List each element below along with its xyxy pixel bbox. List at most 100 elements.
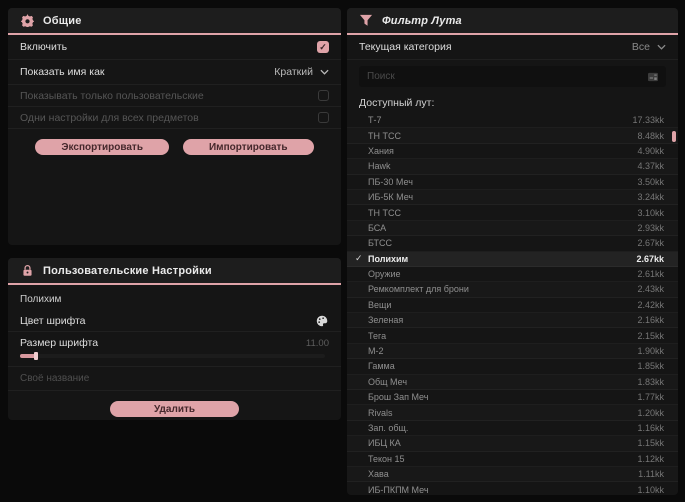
loot-filter-panel-title: Фильтр Лута xyxy=(382,14,462,27)
list-item[interactable]: ИБ-5К Меч 3.24kk xyxy=(347,189,678,206)
loot-item-name: БСА xyxy=(368,222,387,233)
list-item[interactable]: Оружие 2.61kk xyxy=(347,267,678,283)
list-item[interactable]: Брош Зап Меч 1.77kk xyxy=(347,390,678,406)
list-item[interactable]: БТСС 2.67kk xyxy=(347,236,678,252)
loot-item-value: 2.42kk xyxy=(637,299,664,310)
loot-item-value: 3.10kk xyxy=(637,207,664,218)
list-item[interactable]: ТН ТСС 3.10kk xyxy=(347,205,678,221)
palette-icon[interactable] xyxy=(315,314,329,328)
loot-item-name: Ремкомплект для брони xyxy=(368,284,469,295)
same-settings-checkbox[interactable] xyxy=(318,112,329,123)
loot-item-value: 3.50kk xyxy=(637,176,664,187)
search-options-icon[interactable] xyxy=(646,70,660,84)
loot-item-name: Общ Меч xyxy=(368,376,408,387)
slider-handle[interactable] xyxy=(34,352,38,360)
list-item[interactable]: ✓ Полихим 2.67kk xyxy=(347,251,678,267)
list-item[interactable]: Хания 4.90kk xyxy=(347,144,678,160)
category-dropdown-value: Все xyxy=(631,41,650,53)
loot-item-name: ТН ТСС xyxy=(368,130,401,141)
enable-label: Включить xyxy=(20,41,68,53)
list-item[interactable]: Зеленая 2.16kk xyxy=(347,313,678,329)
loot-item-name: ИБ-5К Меч xyxy=(368,192,414,203)
loot-item-value: 1.15kk xyxy=(637,438,664,449)
loot-list: Т-7 17.33kk ТН ТСС 8.48kk Хания 4.90kk Hawk 4.3… xyxy=(347,113,678,495)
list-item[interactable]: ПБ-30 Меч 3.50kk xyxy=(347,175,678,190)
list-item[interactable]: Hawk 4.37kk xyxy=(347,159,678,175)
user-settings-panel: Пользовательские Настройки Полихим Цвет … xyxy=(8,258,341,420)
font-color-label: Цвет шрифта xyxy=(20,314,86,327)
funnel-icon xyxy=(359,14,373,28)
list-item[interactable]: Общ Меч 1.83kk xyxy=(347,374,678,391)
list-item[interactable]: М-2 1.90kk xyxy=(347,343,678,360)
general-panel-title: Общие xyxy=(43,14,82,27)
loot-item-name: Зап. общ. xyxy=(368,423,409,433)
loot-filter-panel: Фильтр Лута Текущая категория Все Доступ… xyxy=(347,8,678,495)
loot-item-value: 1.16kk xyxy=(637,423,664,433)
font-size-row: Размер шрифта 11.00 xyxy=(8,332,341,367)
loot-item-value: 2.93kk xyxy=(637,222,664,233)
list-item[interactable]: Текон 15 1.12kk xyxy=(347,452,678,467)
list-item[interactable]: БСА 2.93kk xyxy=(347,220,678,237)
category-label: Текущая категория xyxy=(359,41,452,53)
loot-item-value: 8.48kk xyxy=(637,130,664,141)
loot-item-name: Полихим xyxy=(368,253,409,264)
delete-row: Удалить xyxy=(8,401,341,417)
show-name-dropdown-value: Краткий xyxy=(274,66,313,78)
loot-item-name: Т-7 xyxy=(368,115,382,126)
loot-item-name: Хания xyxy=(368,145,394,156)
loot-item-name: БТСС xyxy=(368,238,392,249)
custom-name-row xyxy=(8,367,341,391)
user-settings-panel-title: Пользовательские Настройки xyxy=(43,264,212,277)
loot-item-value: 1.85kk xyxy=(637,361,664,372)
loot-item-value: 1.11kk xyxy=(638,469,664,480)
search-box xyxy=(359,66,666,87)
loot-item-name: ПБ-30 Меч xyxy=(368,176,413,187)
enable-row: Включить ✓ xyxy=(8,35,341,60)
chevron-down-icon xyxy=(657,44,666,50)
loot-item-name: Брош Зап Меч xyxy=(368,392,429,403)
general-panel-header: Общие xyxy=(8,8,341,35)
loot-item-value: 2.43kk xyxy=(637,284,664,295)
loot-item-value: 1.77kk xyxy=(637,392,664,403)
loot-item-value: 2.67kk xyxy=(637,238,664,249)
font-size-slider[interactable] xyxy=(20,352,325,360)
same-settings-row: Одни настройки для всех предметов xyxy=(8,107,341,129)
category-dropdown[interactable]: Все xyxy=(632,41,666,53)
gear-icon xyxy=(20,14,34,28)
list-item[interactable]: ИБ-ПКПМ Меч 1.10kk xyxy=(347,482,678,495)
export-button[interactable]: Экспортировать xyxy=(35,139,169,155)
chevron-down-icon xyxy=(320,69,329,75)
loot-item-value: 1.90kk xyxy=(637,346,664,357)
enable-checkbox[interactable]: ✓ xyxy=(317,41,329,53)
only-custom-label: Показывать только пользовательские xyxy=(20,89,204,102)
list-item[interactable]: Хава 1.11kk xyxy=(347,466,678,483)
check-icon: ✓ xyxy=(355,253,363,264)
search-input[interactable] xyxy=(367,71,646,82)
loot-item-value: 1.83kk xyxy=(637,376,664,387)
list-item[interactable]: ТН ТСС 8.48kk xyxy=(347,128,678,144)
list-item[interactable]: Rivals 1.20kk xyxy=(347,405,678,421)
loot-item-name: Хава xyxy=(368,469,389,480)
loot-item-name: Гамма xyxy=(368,361,395,372)
export-import-row: Экспортировать Импортировать xyxy=(8,139,341,155)
only-custom-checkbox[interactable] xyxy=(318,90,329,101)
loot-item-name: М-2 xyxy=(368,346,384,357)
delete-button[interactable]: Удалить xyxy=(109,401,240,417)
loot-item-value: 4.90kk xyxy=(637,145,664,156)
list-item[interactable]: Ремкомплект для брони 2.43kk xyxy=(347,282,678,298)
list-item[interactable]: Тега 2.15kk xyxy=(347,328,678,344)
custom-name-input[interactable] xyxy=(20,373,329,384)
list-item[interactable]: ИБЦ КА 1.15kk xyxy=(347,436,678,452)
loot-item-value: 1.10kk xyxy=(637,484,664,495)
import-button[interactable]: Импортировать xyxy=(182,139,314,155)
loot-item-value: 2.61kk xyxy=(637,269,664,280)
loot-filter-panel-header: Фильтр Лута xyxy=(347,8,678,35)
show-name-dropdown[interactable]: Краткий xyxy=(274,66,329,78)
loot-item-value: 2.16kk xyxy=(637,315,664,326)
list-item[interactable]: Зап. общ. 1.16kk xyxy=(347,421,678,437)
scrollbar-thumb[interactable] xyxy=(672,131,676,142)
list-item[interactable]: Гамма 1.85kk xyxy=(347,359,678,375)
loot-item-name: Вещи xyxy=(368,299,392,310)
list-item[interactable]: Вещи 2.42kk xyxy=(347,298,678,314)
list-item[interactable]: Т-7 17.33kk xyxy=(347,113,678,129)
